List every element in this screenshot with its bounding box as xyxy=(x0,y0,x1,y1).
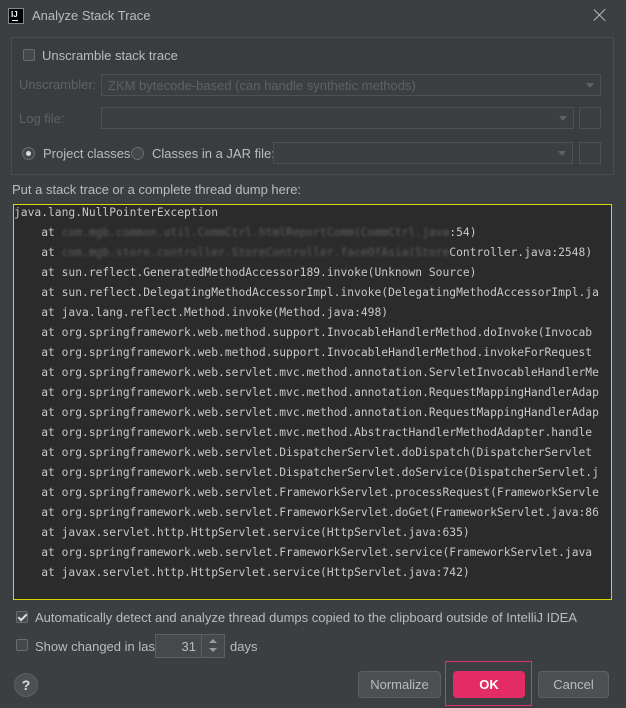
jar-file-radio[interactable] xyxy=(131,147,144,160)
title-bar: IJ Analyze Stack Trace xyxy=(0,0,626,33)
stack-trace-textarea[interactable]: java.lang.NullPointerException at com.mg… xyxy=(13,204,612,600)
trace-text: at org.springframework.web.servlet.mvc.m… xyxy=(14,406,599,419)
project-classes-label: Project classes xyxy=(43,146,131,161)
stack-trace-line: at sun.reflect.DelegatingMethodAccessorI… xyxy=(14,286,599,299)
trace-text: at org.springframework.web.servlet.mvc.m… xyxy=(14,366,599,379)
arrow-up-icon[interactable] xyxy=(209,639,217,643)
days-value: 31 xyxy=(181,639,196,654)
jar-file-label: Classes in a JAR file: xyxy=(152,146,275,161)
trace-text: at org.springframework.web.servlet.mvc.m… xyxy=(14,426,593,439)
days-label: days xyxy=(230,639,258,654)
trace-text: at org.springframework.web.servlet.mvc.m… xyxy=(14,386,599,399)
trace-text: at javax.servlet.http.HttpServlet.servic… xyxy=(14,526,470,539)
stack-trace-line: at org.springframework.web.servlet.Frame… xyxy=(14,546,592,559)
stack-trace-line: at org.springframework.web.servlet.mvc.m… xyxy=(14,366,599,379)
trace-text: at org.springframework.web.method.suppor… xyxy=(14,346,593,359)
stack-trace-line: at org.springframework.web.servlet.mvc.m… xyxy=(14,406,599,419)
trace-text: java.lang.NullPointerException xyxy=(14,206,219,219)
trace-text: at sun.reflect.DelegatingMethodAccessorI… xyxy=(14,286,599,299)
trace-prompt: Put a stack trace or a complete thread d… xyxy=(12,182,302,197)
stack-trace-line: at org.springframework.web.method.suppor… xyxy=(14,326,592,339)
unscrambler-label: Unscrambler: xyxy=(19,77,97,92)
show-changed-label: Show changed in last xyxy=(35,639,159,654)
unscrambler-dropdown[interactable]: ZKM bytecode-based (can handle synthetic… xyxy=(101,74,601,96)
show-changed-checkbox[interactable] xyxy=(16,639,28,651)
project-classes-radio[interactable] xyxy=(22,147,35,160)
cancel-button[interactable]: Cancel xyxy=(538,671,609,698)
auto-detect-label: Automatically detect and analyze thread … xyxy=(35,610,577,625)
trace-text: at java.lang.reflect.Method.invoke(Metho… xyxy=(14,306,389,319)
stack-trace-line: at sun.reflect.GeneratedMethodAccessor18… xyxy=(14,266,477,279)
stack-trace-line: at org.springframework.web.servlet.Dispa… xyxy=(14,466,599,479)
stack-trace-line: at javax.servlet.http.HttpServlet.servic… xyxy=(14,526,470,539)
stack-trace-line: at com.mgb.common.util.CommCtrl.htmlRepo… xyxy=(14,226,477,239)
stack-trace-line: at org.springframework.web.servlet.Dispa… xyxy=(14,446,592,459)
ok-button[interactable]: OK xyxy=(453,671,525,698)
stack-trace-line: at javax.servlet.http.HttpServlet.servic… xyxy=(14,566,470,579)
days-spinner[interactable]: 31 xyxy=(155,634,225,658)
stack-trace-line: at java.lang.reflect.Method.invoke(Metho… xyxy=(14,306,388,319)
stack-trace-line: at org.springframework.web.servlet.mvc.m… xyxy=(14,426,592,439)
stack-trace-line: at org.springframework.web.servlet.Frame… xyxy=(14,486,599,499)
stack-trace-line: at com.mgb.store.controller.StoreControl… xyxy=(14,246,592,259)
spinner-arrows[interactable] xyxy=(201,635,224,657)
jar-file-dropdown[interactable] xyxy=(273,142,573,164)
horizontal-scrollbar[interactable] xyxy=(14,585,611,599)
chevron-down-icon xyxy=(559,116,567,121)
trace-text: at javax.servlet.http.HttpServlet.servic… xyxy=(14,566,470,579)
stack-trace-line: java.lang.NullPointerException xyxy=(14,206,218,219)
trace-text: at org.springframework.web.method.suppor… xyxy=(14,326,593,339)
trace-text: at org.springframework.web.servlet.Frame… xyxy=(14,546,593,559)
arrow-down-icon[interactable] xyxy=(209,648,217,652)
normalize-button[interactable]: Normalize xyxy=(358,671,441,698)
trace-text: at sun.reflect.GeneratedMethodAccessor18… xyxy=(14,266,477,279)
trace-text: at org.springframework.web.servlet.Frame… xyxy=(14,506,599,519)
window-title: Analyze Stack Trace xyxy=(32,8,151,23)
stack-trace-line: at org.springframework.web.servlet.Frame… xyxy=(14,506,599,519)
auto-detect-checkbox[interactable] xyxy=(16,611,28,623)
stack-trace-line: at org.springframework.web.servlet.mvc.m… xyxy=(14,386,599,399)
jar-browse-button[interactable] xyxy=(579,142,601,164)
logfile-label: Log file: xyxy=(19,111,65,126)
unscramble-checkbox[interactable] xyxy=(23,49,35,61)
trace-text: at org.springframework.web.servlet.Dispa… xyxy=(14,446,593,459)
unscrambler-value: ZKM bytecode-based (can handle synthetic… xyxy=(108,78,416,93)
redacted-trace-text: com.mgb.common.util.CommCtrl.htmlReportC… xyxy=(61,226,450,239)
chevron-down-icon xyxy=(586,83,594,88)
trace-text: at xyxy=(14,246,62,259)
close-icon[interactable] xyxy=(592,7,608,23)
trace-text: at xyxy=(14,226,62,239)
intellij-app-icon: IJ xyxy=(8,8,24,24)
stack-trace-line: at org.springframework.web.method.suppor… xyxy=(14,346,592,359)
logfile-browse-button[interactable] xyxy=(579,107,601,129)
trace-text: at org.springframework.web.servlet.Dispa… xyxy=(14,466,599,479)
unscramble-checkbox-label: Unscramble stack trace xyxy=(42,48,178,63)
chevron-down-icon xyxy=(558,151,566,156)
logfile-dropdown[interactable] xyxy=(101,107,574,129)
help-button[interactable]: ? xyxy=(14,673,38,697)
trace-text: :54) xyxy=(449,226,477,239)
trace-text: Controller.java:2548) xyxy=(449,246,593,259)
trace-text: at org.springframework.web.servlet.Frame… xyxy=(14,486,599,499)
redacted-trace-text: com.mgb.store.controller.StoreController… xyxy=(61,246,450,259)
